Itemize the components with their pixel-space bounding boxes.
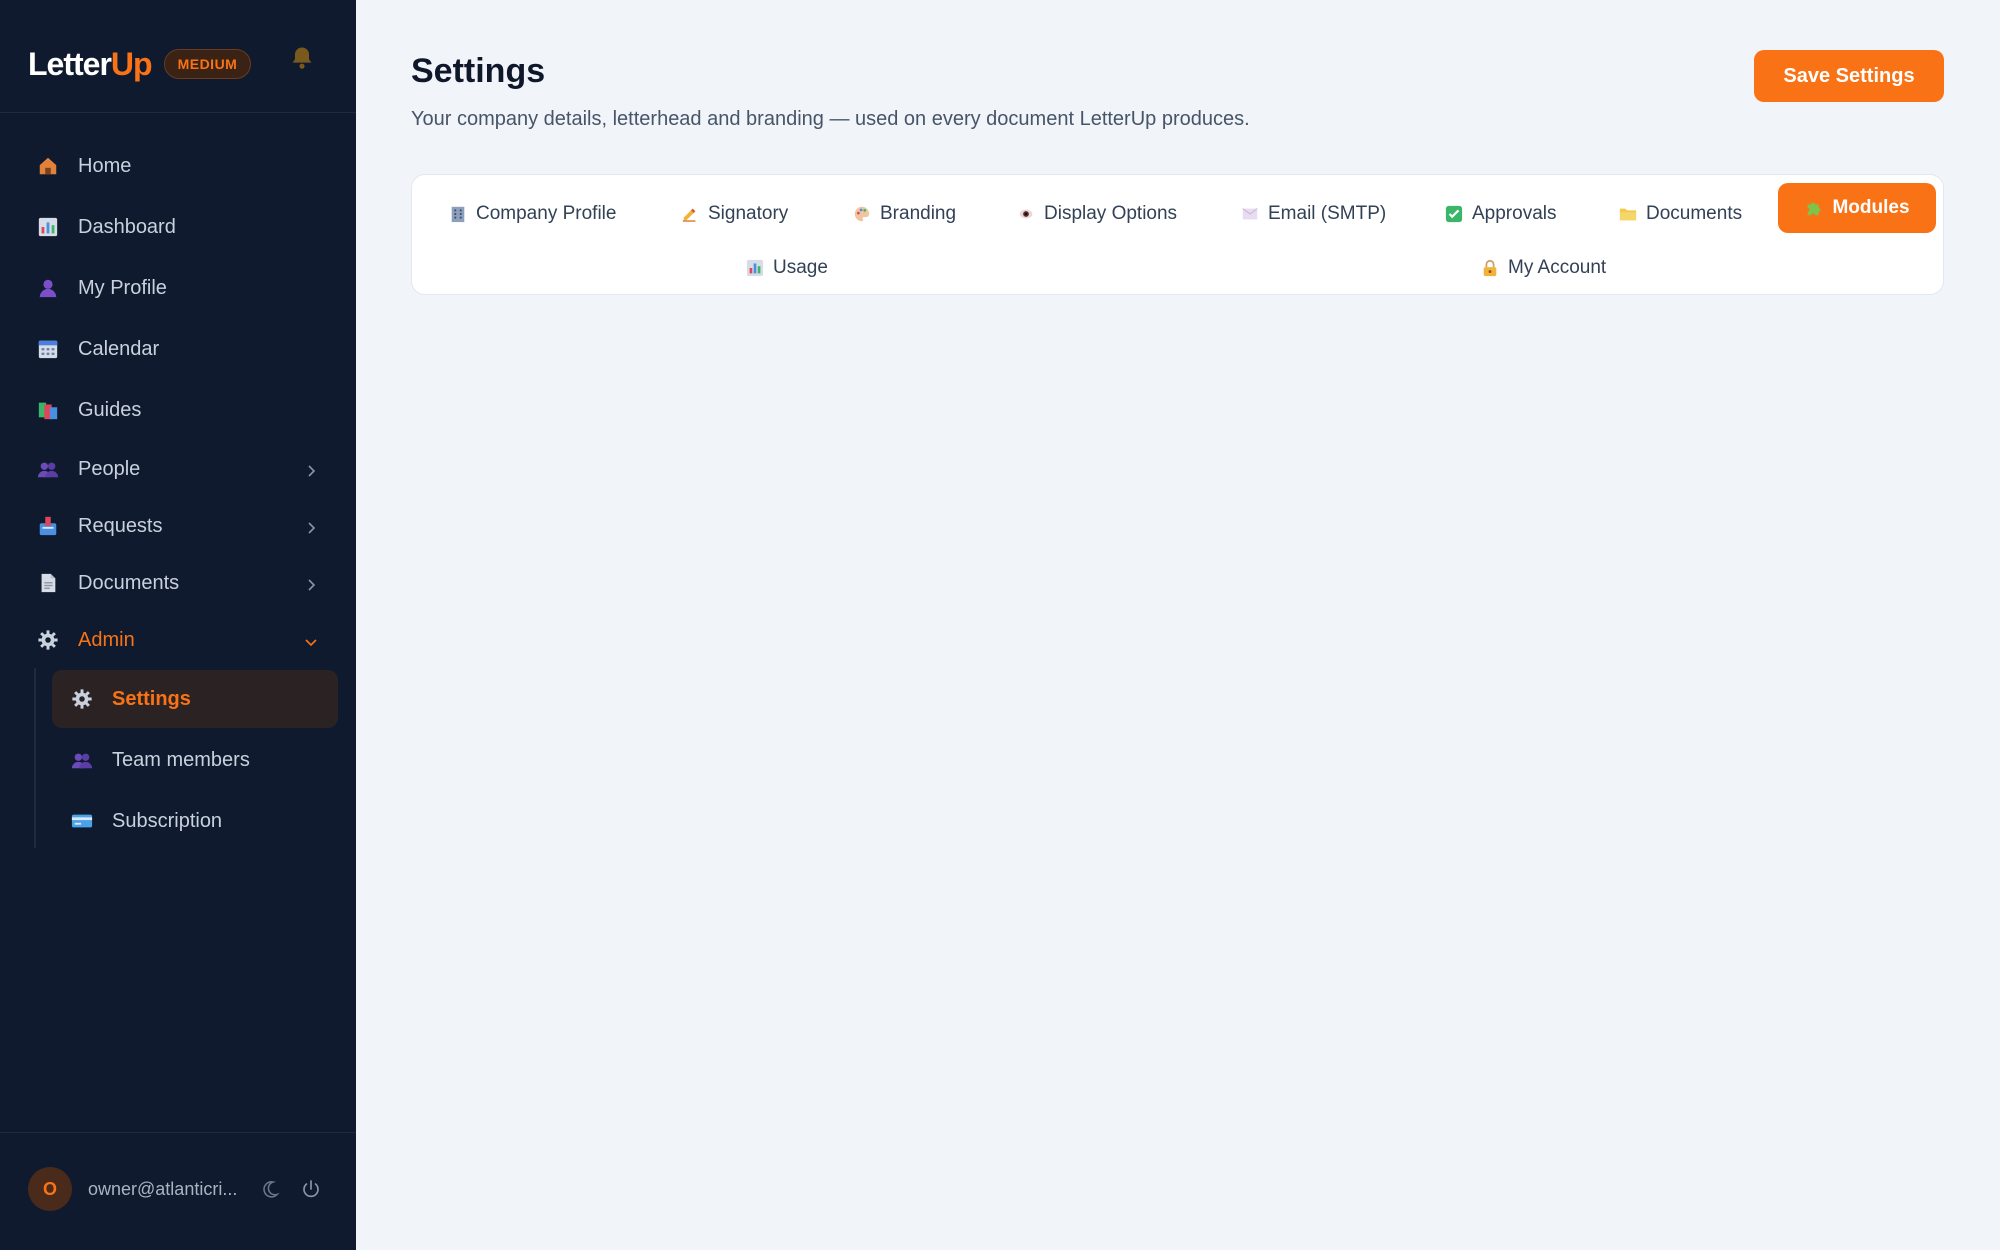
sidebar-item-label: My Profile bbox=[78, 276, 167, 299]
tab-label: Usage bbox=[773, 257, 828, 278]
sidebar-item-dashboard[interactable]: Dashboard bbox=[20, 201, 338, 253]
sidebar-subitem-team-members[interactable]: Team members bbox=[52, 731, 338, 789]
sidebar-item-home[interactable]: Home bbox=[20, 140, 338, 192]
moon-icon[interactable] bbox=[260, 1179, 280, 1199]
tab-modules[interactable]: Modules bbox=[1778, 183, 1936, 233]
chevron-right-icon bbox=[304, 518, 318, 534]
puzzle-icon bbox=[1804, 198, 1824, 218]
sidebar-item-requests[interactable]: Requests bbox=[20, 500, 338, 552]
requests-icon bbox=[36, 514, 60, 538]
sidebar-subitem-subscription[interactable]: Subscription bbox=[52, 792, 338, 850]
tab-label: Company Profile bbox=[476, 203, 617, 224]
tab-label: Branding bbox=[880, 203, 957, 224]
team-icon bbox=[70, 748, 94, 772]
user-footer: O owner@atlanticri... bbox=[28, 1167, 328, 1211]
tab-label: Email (SMTP) bbox=[1268, 203, 1387, 224]
sidebar-item-people[interactable]: People bbox=[20, 443, 338, 495]
sidebar-item-label: Dashboard bbox=[78, 215, 176, 238]
sidebar-item-label: People bbox=[78, 457, 141, 480]
lock-icon bbox=[1480, 258, 1500, 278]
tab-label: Display Options bbox=[1044, 203, 1178, 224]
logo[interactable]: LetterUp bbox=[28, 46, 153, 83]
chevron-right-icon bbox=[304, 461, 318, 477]
tab-branding[interactable]: Branding bbox=[852, 189, 956, 239]
sidebar-item-label: Guides bbox=[78, 398, 142, 421]
palette-icon bbox=[852, 204, 872, 224]
plan-badge: MEDIUM bbox=[163, 49, 252, 79]
sidebar-subitem-label: Team members bbox=[112, 748, 250, 771]
sidebar-subitem-label: Settings bbox=[112, 687, 191, 710]
folder-icon bbox=[1618, 204, 1638, 224]
bell-icon[interactable] bbox=[288, 44, 316, 72]
envelope-icon bbox=[1240, 204, 1260, 224]
sidebar-item-label: Admin bbox=[78, 628, 135, 651]
avatar[interactable]: O bbox=[28, 1167, 72, 1211]
gear-icon bbox=[70, 687, 94, 711]
tab-email-smtp[interactable]: Email (SMTP) bbox=[1240, 189, 1386, 239]
sidebar-subitem-label: Subscription bbox=[112, 809, 223, 832]
bar-chart-icon bbox=[745, 258, 765, 278]
chevron-down-icon bbox=[304, 632, 318, 647]
user-email: owner@atlanticri... bbox=[88, 1178, 238, 1199]
save-settings-button[interactable]: Save Settings bbox=[1754, 50, 1944, 102]
tab-company-profile[interactable]: Company Profile bbox=[448, 189, 616, 239]
page-title: Settings bbox=[411, 52, 546, 90]
tab-label: Signatory bbox=[708, 203, 789, 224]
tab-label: My Account bbox=[1508, 257, 1607, 278]
sidebar-item-my-profile[interactable]: My Profile bbox=[20, 262, 338, 314]
tab-my-account[interactable]: My Account bbox=[1480, 243, 1606, 293]
building-icon bbox=[448, 204, 468, 224]
credit-card-icon bbox=[70, 809, 94, 833]
submenu-guide-line bbox=[34, 668, 36, 848]
people-icon bbox=[36, 457, 60, 481]
tab-signatory[interactable]: Signatory bbox=[680, 189, 788, 239]
sidebar-item-label: Requests bbox=[78, 514, 163, 537]
brand: LetterUp MEDIUM bbox=[28, 44, 252, 84]
eye-icon bbox=[1016, 204, 1036, 224]
writing-hand-icon bbox=[680, 204, 700, 224]
sidebar-item-label: Documents bbox=[78, 571, 180, 594]
sidebar-item-guides[interactable]: Guides bbox=[20, 384, 338, 436]
tab-approvals[interactable]: Approvals bbox=[1444, 189, 1557, 239]
sidebar-item-calendar[interactable]: Calendar bbox=[20, 323, 338, 375]
calendar-icon bbox=[36, 337, 60, 361]
sidebar-subitem-settings[interactable]: Settings bbox=[52, 670, 338, 728]
sidebar: LetterUp MEDIUM Home Dashboard My Profil… bbox=[0, 0, 356, 1250]
documents-icon bbox=[36, 571, 60, 595]
sidebar-footer-divider bbox=[0, 1132, 356, 1133]
sidebar-item-label: Home bbox=[78, 154, 132, 177]
sidebar-item-label: Calendar bbox=[78, 337, 160, 360]
tab-label: Approvals bbox=[1472, 203, 1557, 224]
home-icon bbox=[36, 154, 60, 178]
sidebar-divider bbox=[0, 112, 356, 113]
checkmark-icon bbox=[1444, 204, 1464, 224]
chevron-right-icon bbox=[304, 575, 318, 591]
settings-tabs: Company Profile Signatory Branding Displ… bbox=[411, 174, 1944, 295]
guides-icon bbox=[36, 398, 60, 422]
gear-icon bbox=[36, 628, 60, 652]
tab-label: Modules bbox=[1832, 197, 1910, 218]
tab-documents[interactable]: Documents bbox=[1618, 189, 1742, 239]
power-icon[interactable] bbox=[300, 1178, 322, 1200]
tab-label: Documents bbox=[1646, 203, 1743, 224]
tab-display-options[interactable]: Display Options bbox=[1016, 189, 1177, 239]
sidebar-item-admin[interactable]: Admin bbox=[20, 614, 338, 666]
tab-usage[interactable]: Usage bbox=[745, 243, 828, 293]
sidebar-item-documents[interactable]: Documents bbox=[20, 557, 338, 609]
dashboard-icon bbox=[36, 215, 60, 239]
profile-icon bbox=[36, 276, 60, 300]
page-subtitle: Your company details, letterhead and bra… bbox=[411, 108, 1250, 130]
